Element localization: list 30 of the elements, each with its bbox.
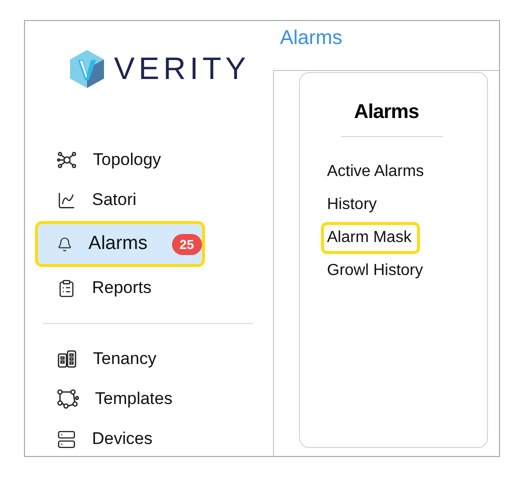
sidebar-item[interactable]: Tenancy xyxy=(35,340,205,378)
chart-icon xyxy=(57,190,76,210)
logo-icon xyxy=(70,50,104,88)
count-badge: 25 xyxy=(172,234,202,254)
sidebar-label: Devices xyxy=(92,429,152,449)
sidebar-item[interactable]: Templates xyxy=(35,380,205,418)
card-title: Alarms xyxy=(354,101,420,124)
sidebar-item[interactable]: Topology xyxy=(35,141,205,179)
server-icon xyxy=(57,430,76,448)
logo-text: VERITY xyxy=(114,51,250,87)
submenu-link[interactable]: Active Alarms xyxy=(321,156,433,188)
submenu-link[interactable]: Growl History xyxy=(321,255,432,287)
nodes-icon xyxy=(57,389,79,409)
bell-icon xyxy=(57,234,72,254)
sidebar-item[interactable]: Alarms 25 xyxy=(35,221,205,267)
submenu-link[interactable]: History xyxy=(321,189,386,221)
sidebar-item[interactable]: Reports xyxy=(35,269,205,307)
clipboard-icon xyxy=(57,278,76,298)
sidebar-item[interactable]: Satori xyxy=(35,181,205,219)
network-icon xyxy=(57,150,77,170)
page-title: Alarms xyxy=(279,26,344,51)
panels-icon xyxy=(57,349,77,369)
sidebar-label: Topology xyxy=(93,150,162,170)
sidebar-label: Satori xyxy=(92,190,136,210)
sidebar-label: Reports xyxy=(92,278,152,298)
submenu-link[interactable]: Alarm Mask xyxy=(321,222,420,254)
sidebar-label: Tenancy xyxy=(93,349,156,369)
sidebar-label: Templates xyxy=(95,389,172,409)
sidebar-label: Alarms xyxy=(88,233,148,255)
sidebar-item[interactable]: Devices xyxy=(35,420,205,456)
